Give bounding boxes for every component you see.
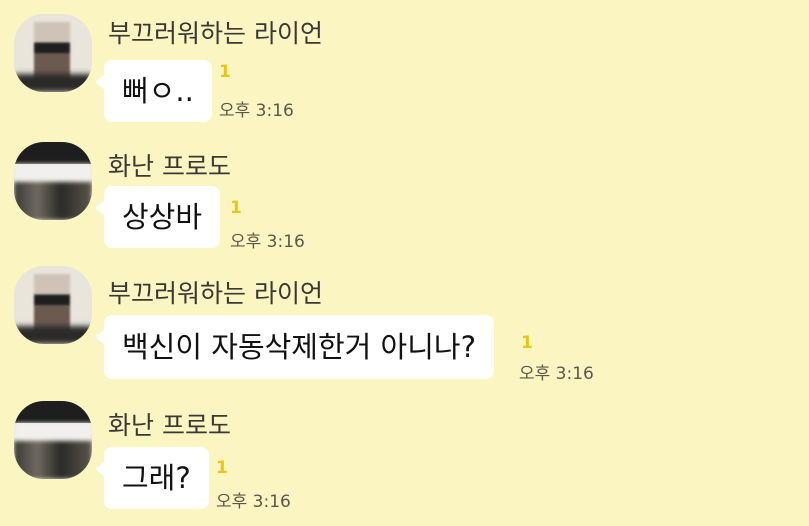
avatar[interactable] <box>14 142 92 220</box>
unread-count: 1 <box>219 62 231 82</box>
message-time: 오후 3:16 <box>219 101 294 121</box>
sender-name[interactable]: 화난 프로도 <box>108 147 231 183</box>
avatar[interactable] <box>14 401 92 479</box>
avatar[interactable] <box>14 266 92 344</box>
unread-count: 1 <box>230 198 242 218</box>
avatar[interactable] <box>14 14 92 92</box>
message-bubble[interactable]: 상상바 <box>94 186 221 248</box>
message-bubble[interactable]: 뻐ㅇ.. <box>95 60 212 122</box>
message-time: 오후 3:16 <box>216 492 291 512</box>
sender-name[interactable]: 화난 프로도 <box>108 406 231 442</box>
unread-count: 1 <box>521 333 533 353</box>
blurred-face <box>34 274 70 334</box>
blurred-eyes <box>14 423 92 441</box>
message-bubble[interactable]: 그래? <box>95 447 209 509</box>
blurred-face <box>34 22 70 82</box>
blurred-face <box>14 182 92 220</box>
message-time: 오후 3:16 <box>230 232 305 252</box>
message-time: 오후 3:16 <box>519 364 594 384</box>
sender-name[interactable]: 부끄러워하는 라이언 <box>108 14 323 50</box>
blurred-body <box>14 74 92 92</box>
blurred-body <box>14 326 92 344</box>
blurred-hair <box>14 401 92 423</box>
blurred-face <box>14 441 92 479</box>
blurred-hair <box>14 142 92 164</box>
blurred-eyes <box>14 164 92 182</box>
unread-count: 1 <box>216 458 228 478</box>
message-bubble[interactable]: 백신이 자동삭제한거 아니나? <box>95 315 494 379</box>
sender-name[interactable]: 부끄러워하는 라이언 <box>108 274 323 310</box>
